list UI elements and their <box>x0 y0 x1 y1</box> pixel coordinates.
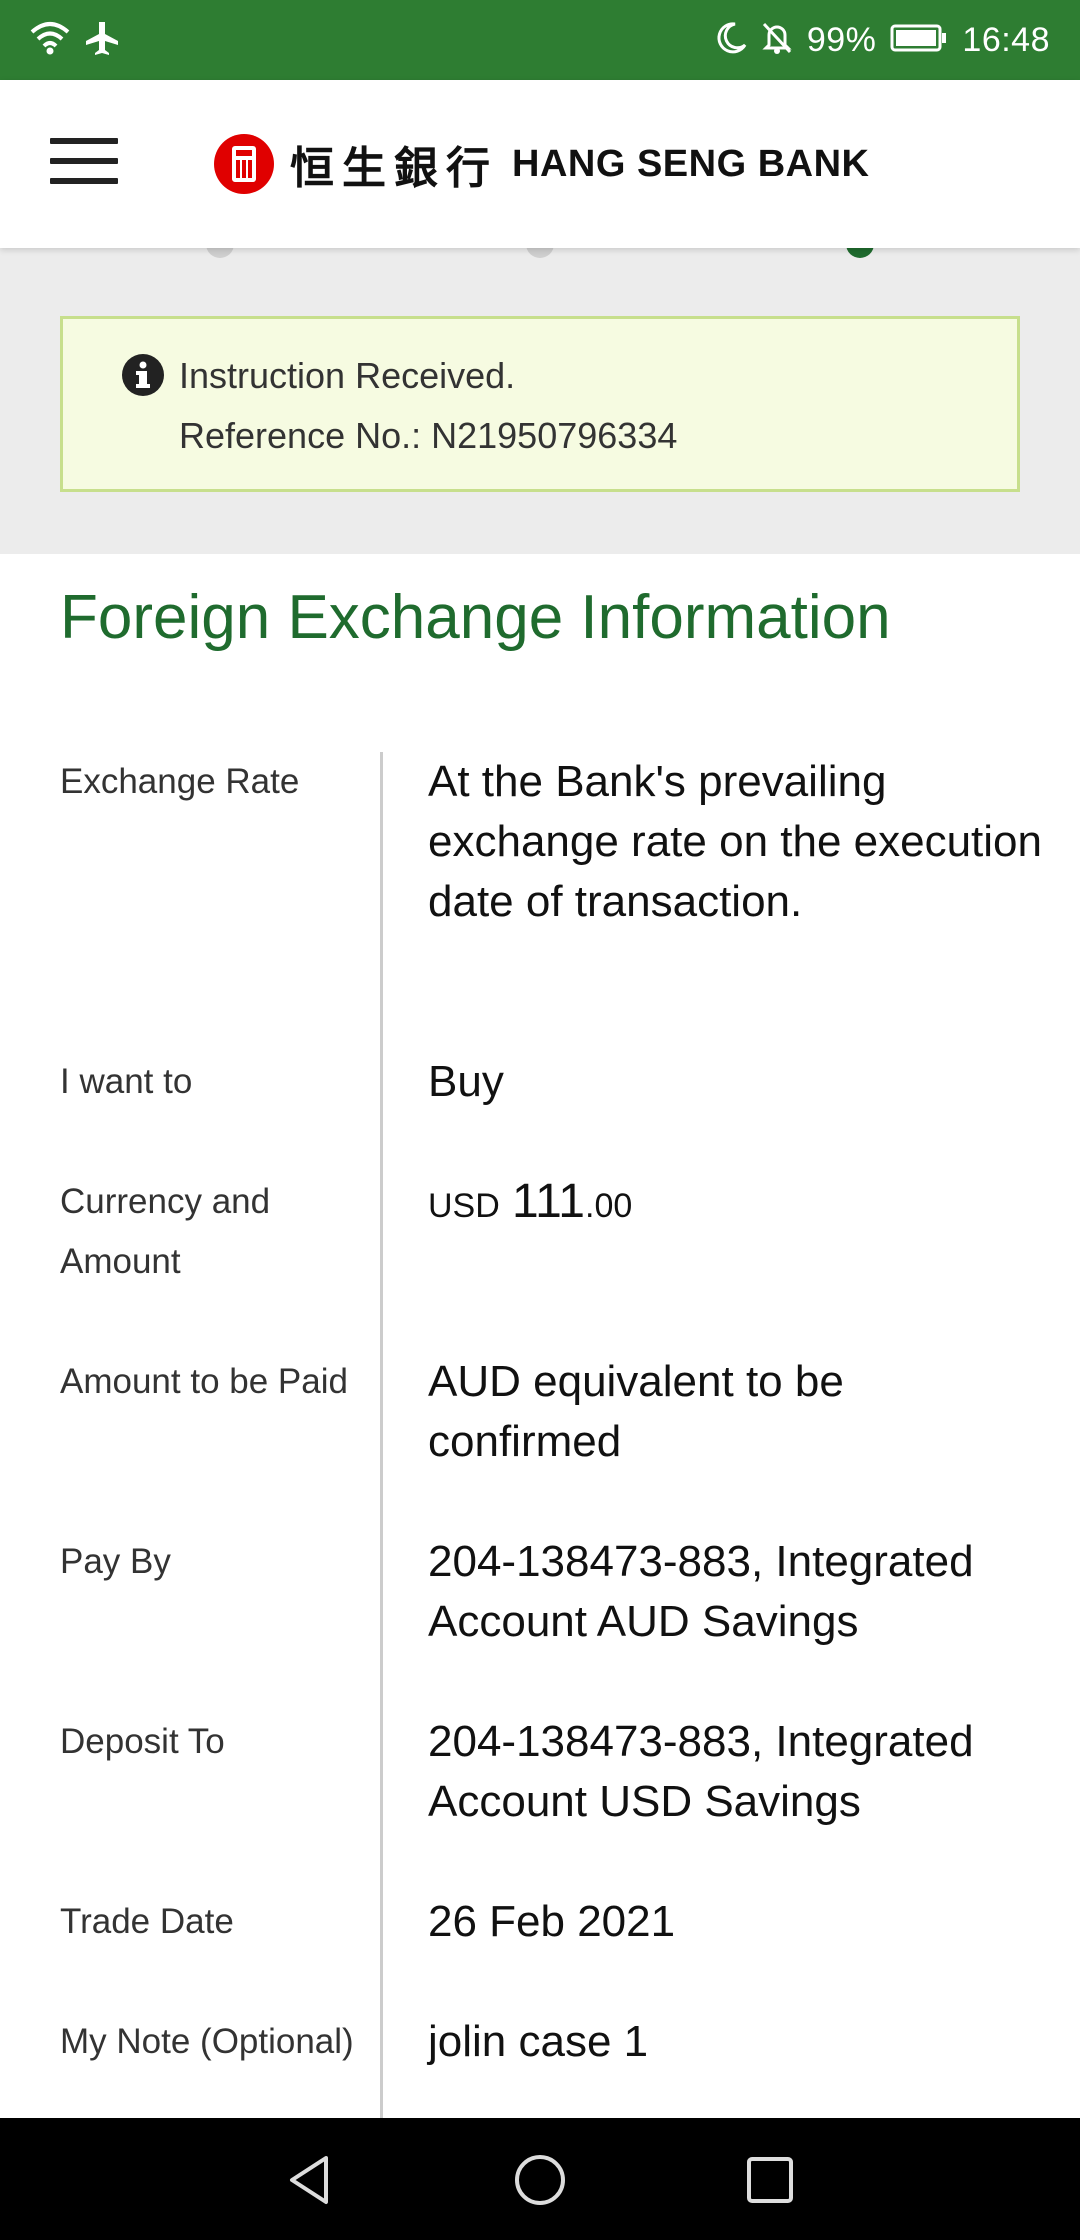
wifi-icon <box>30 20 70 61</box>
my-note-label: My Note (Optional) <box>60 2022 354 2061</box>
my-note-value: jolin case 1 <box>428 2017 649 2066</box>
exchange-rate-label: Exchange Rate <box>60 762 300 801</box>
info-icon <box>122 354 164 396</box>
deposit-to-value: 204-138473-883, Integrated Account USD S… <box>428 1717 974 1826</box>
home-icon[interactable] <box>512 2152 568 2208</box>
currency-amount-label: Currency and Amount <box>60 1182 271 1281</box>
pay-by-value: 204-138473-883, Integrated Account AUD S… <box>428 1537 974 1646</box>
menu-icon[interactable] <box>50 138 118 190</box>
logo-chinese-text: 恒生銀行 <box>290 143 498 194</box>
status-bar: 99% 16:48 <box>0 0 1080 80</box>
moon-icon <box>715 21 747 60</box>
i-want-to-value: Buy <box>428 1057 504 1106</box>
notice-message: Instruction Received. <box>179 355 516 396</box>
battery-percent: 99% <box>806 20 877 59</box>
recent-apps-icon[interactable] <box>742 2152 798 2208</box>
airplane-icon <box>84 20 120 61</box>
clock: 16:48 <box>962 20 1050 59</box>
i-want-to-label: I want to <box>60 1062 193 1101</box>
system-navigation-bar <box>0 2118 1080 2240</box>
bank-logo: 恒生銀行 HANG SENG BANK <box>212 128 869 200</box>
battery-icon <box>890 23 948 58</box>
section-title: Foreign Exchange Information <box>60 583 891 652</box>
instruction-received-banner: Instruction Received. Reference No.: N21… <box>60 316 1020 492</box>
logo-english-text: HANG SENG BANK <box>512 142 870 185</box>
bell-off-icon <box>761 21 793 60</box>
trade-date-label: Trade Date <box>60 1902 234 1941</box>
reference-number: Reference No.: N21950796334 <box>179 415 678 456</box>
app-header: 恒生銀行 HANG SENG BANK <box>0 80 1080 248</box>
amount-integer: 111 <box>512 1175 585 1228</box>
deposit-to-label: Deposit To <box>60 1722 225 1761</box>
amount-decimal: .00 <box>585 1187 633 1225</box>
currency-code: USD <box>428 1187 500 1225</box>
currency-amount-value: USD 111.00 <box>428 1172 1048 1236</box>
column-divider <box>380 752 383 2118</box>
hang-seng-logo-icon <box>214 134 274 194</box>
pay-by-label: Pay By <box>60 1542 171 1581</box>
back-icon[interactable] <box>282 2152 338 2208</box>
trade-date-value: 26 Feb 2021 <box>428 1897 676 1946</box>
exchange-rate-value: At the Bank's prevailing exchange rate o… <box>428 757 1043 926</box>
notice-area: Instruction Received. Reference No.: N21… <box>0 230 1080 554</box>
amount-to-be-paid-label: Amount to be Paid <box>60 1362 348 1401</box>
amount-to-be-paid-value: AUD equivalent to be confirmed <box>428 1357 844 1466</box>
